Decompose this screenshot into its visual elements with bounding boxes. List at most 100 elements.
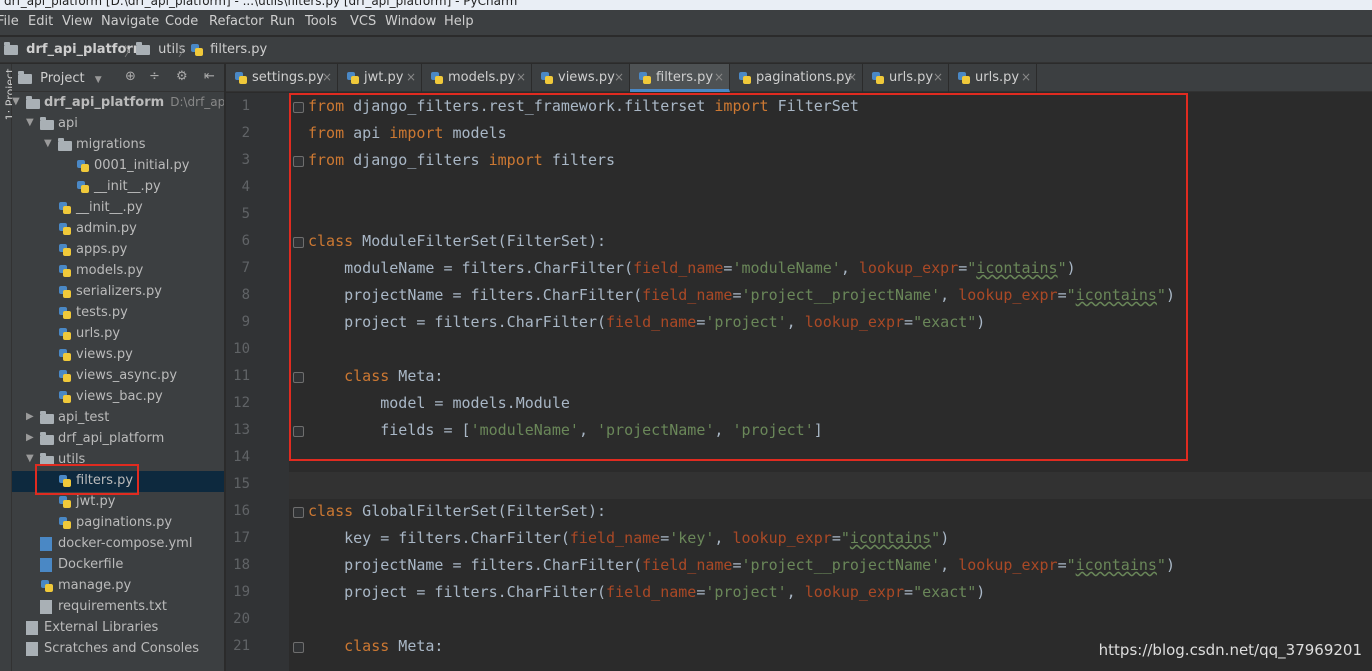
- menu-tools[interactable]: Tools: [305, 14, 337, 29]
- expand-arrow-icon[interactable]: ▼: [44, 138, 54, 149]
- code-token: projectName = filters.CharFilter(: [308, 556, 643, 574]
- close-icon[interactable]: ×: [322, 70, 332, 84]
- tree-item[interactable]: views_async.py: [12, 366, 224, 387]
- tree-item[interactable]: apps.py: [12, 240, 224, 261]
- code-token: field_name: [569, 529, 661, 547]
- tree-item[interactable]: ▼ api: [12, 114, 224, 135]
- tab[interactable]: jwt.py ×: [338, 64, 422, 92]
- close-icon[interactable]: ×: [614, 70, 624, 84]
- menu-window[interactable]: Window: [385, 14, 436, 29]
- code-token: class: [308, 502, 354, 520]
- menu-bar: File Edit View Navigate Code Refactor Run Tools…: [0, 10, 1372, 36]
- tree-item[interactable]: urls.py: [12, 324, 224, 345]
- tab[interactable]: urls.py ×: [949, 64, 1037, 92]
- code-token: icontains: [849, 529, 932, 547]
- tab[interactable]: views.py ×: [532, 64, 630, 92]
- menu-code[interactable]: Code: [165, 14, 198, 29]
- tab-label: jwt.py: [364, 70, 404, 85]
- menu-view[interactable]: View: [62, 14, 93, 29]
- fold-marker-icon[interactable]: [293, 642, 304, 653]
- code-token: ,: [714, 529, 733, 547]
- python-file-icon: [58, 390, 72, 404]
- tree-item[interactable]: __init__.py: [12, 198, 224, 219]
- tab-active[interactable]: filters.py ×: [630, 64, 730, 92]
- tab[interactable]: paginations.py ×: [730, 64, 863, 92]
- fold-marker-icon[interactable]: [293, 507, 304, 518]
- tree-item[interactable]: views_bac.py: [12, 387, 224, 408]
- tree-item-text: tests.py: [76, 305, 128, 320]
- tree-item[interactable]: serializers.py: [12, 282, 224, 303]
- tree-item-label: views_async.py: [76, 368, 178, 383]
- tree-item-text: serializers.py: [76, 284, 162, 299]
- tab[interactable]: models.py ×: [422, 64, 532, 92]
- python-file-icon: [234, 71, 248, 85]
- close-icon[interactable]: ×: [406, 70, 416, 84]
- tree-item-text: views_bac.py: [76, 389, 163, 404]
- tree-item-text: paginations.py: [76, 515, 172, 530]
- tree-item-text: views_async.py: [76, 368, 177, 383]
- tree-item[interactable]: tests.py: [12, 303, 224, 324]
- python-file-icon: [58, 348, 72, 362]
- close-icon[interactable]: ×: [714, 70, 724, 84]
- tree-item-text: api: [58, 116, 78, 131]
- tree-item-text: External Libraries: [44, 620, 158, 635]
- tree-item[interactable]: Dockerfile: [12, 555, 224, 576]
- locate-file-icon[interactable]: ⊕: [125, 69, 136, 84]
- line-number: 11: [233, 368, 250, 384]
- close-icon[interactable]: ×: [1021, 70, 1031, 84]
- text-file-icon: [40, 600, 52, 614]
- menu-vcs[interactable]: VCS: [350, 14, 376, 29]
- hide-panel-icon[interactable]: ⇤: [204, 69, 215, 84]
- collapse-arrow-icon[interactable]: ▶: [26, 411, 36, 422]
- tree-item[interactable]: ▶ drf_api_platform: [12, 429, 224, 450]
- close-icon[interactable]: ×: [933, 70, 943, 84]
- tree-item[interactable]: paginations.py: [12, 513, 224, 534]
- tree-item-text: manage.py: [58, 578, 131, 593]
- tree-item[interactable]: 0001_initial.py: [12, 156, 224, 177]
- tree-item[interactable]: ▼ drf_api_platform D:\drf_api_platf: [12, 93, 224, 114]
- tree-item[interactable]: ▶ api_test: [12, 408, 224, 429]
- library-icon: [26, 621, 38, 635]
- collapse-all-icon[interactable]: ÷: [149, 69, 160, 84]
- settings-icon[interactable]: ⚙: [176, 69, 188, 84]
- tree-item[interactable]: External Libraries: [12, 618, 224, 639]
- menu-navigate[interactable]: Navigate: [101, 14, 159, 29]
- tab-label: urls.py: [889, 70, 934, 85]
- menu-edit[interactable]: Edit: [28, 14, 53, 29]
- expand-arrow-icon[interactable]: ▼: [26, 117, 36, 128]
- code-token: ": [931, 529, 941, 547]
- menu-refactor[interactable]: Refactor: [209, 14, 264, 29]
- menu-run[interactable]: Run: [270, 14, 295, 29]
- tree-item[interactable]: manage.py: [12, 576, 224, 597]
- close-icon[interactable]: ×: [847, 70, 857, 84]
- code-token: ): [1165, 556, 1175, 574]
- expand-arrow-icon[interactable]: ▼: [26, 453, 36, 464]
- tree-item-label: api_test: [58, 410, 110, 425]
- breadcrumb-file[interactable]: filters.py: [190, 42, 267, 57]
- tab-label: filters.py: [656, 70, 714, 85]
- tree-item[interactable]: views.py: [12, 345, 224, 366]
- project-view-selector[interactable]: Project ▼: [18, 70, 102, 86]
- tab[interactable]: urls.py ×: [863, 64, 949, 92]
- python-file-icon: [76, 180, 90, 194]
- code-token: "exact": [913, 583, 977, 601]
- tree-item[interactable]: requirements.txt: [12, 597, 224, 618]
- tree-item[interactable]: jwt.py: [12, 492, 224, 513]
- folder-icon: [26, 96, 40, 109]
- tree-item-label: drf_api_platform: [44, 95, 165, 110]
- menu-help[interactable]: Help: [444, 14, 474, 29]
- code-token: ): [976, 583, 986, 601]
- tree-item[interactable]: __init__.py: [12, 177, 224, 198]
- tab[interactable]: settings.py ×: [226, 64, 338, 92]
- tree-item-label: Scratches and Consoles: [44, 641, 200, 656]
- tree-item[interactable]: models.py: [12, 261, 224, 282]
- tree-item[interactable]: ▼ migrations: [12, 135, 224, 156]
- tree-item[interactable]: docker-compose.yml: [12, 534, 224, 555]
- tree-item[interactable]: Scratches and Consoles: [12, 639, 224, 660]
- python-file-icon: [871, 71, 885, 85]
- menu-file[interactable]: File: [0, 14, 19, 29]
- tree-item[interactable]: admin.py: [12, 219, 224, 240]
- close-icon[interactable]: ×: [516, 70, 526, 84]
- expand-arrow-icon[interactable]: ▼: [12, 96, 22, 107]
- collapse-arrow-icon[interactable]: ▶: [26, 432, 36, 443]
